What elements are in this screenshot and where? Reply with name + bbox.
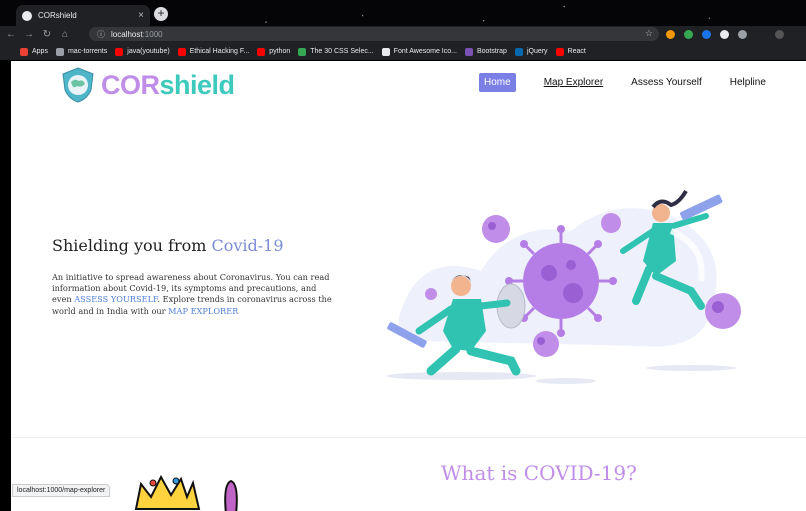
bookmark-item[interactable]: jQuery	[514, 47, 548, 56]
youtube-icon	[177, 47, 186, 56]
bookmark-item[interactable]: Apps	[20, 47, 48, 56]
leaf-icon	[298, 47, 307, 56]
puzzle-icon[interactable]	[738, 30, 747, 39]
nav-home[interactable]: Home	[479, 73, 516, 92]
back-button[interactable]: ←	[4, 29, 18, 40]
close-tab-icon[interactable]: ×	[138, 10, 144, 21]
globe-icon	[22, 10, 32, 21]
bookmark-star-icon[interactable]: ☆	[645, 28, 653, 39]
bookmark-item[interactable]: java(youtube)	[115, 47, 170, 56]
hero-title: Shielding you from Covid-19	[52, 236, 284, 255]
info-icon[interactable]: ⓘ	[97, 29, 105, 40]
nav-assess-yourself[interactable]: Assess Yourself	[631, 77, 702, 88]
extension-icon[interactable]	[684, 30, 693, 39]
url-host: localhost	[111, 29, 143, 39]
reload-button[interactable]: ↻	[40, 29, 54, 40]
bookmark-item[interactable]: Font Awesome Ico...	[381, 47, 457, 56]
page-icon	[55, 47, 64, 56]
virus-cartoon-illustration	[134, 474, 238, 511]
extension-icon[interactable]	[702, 30, 711, 39]
section-divider	[11, 437, 806, 438]
site-logo[interactable]: CORshield	[59, 66, 235, 104]
tab-strip: CORshield × +	[0, 0, 806, 26]
nav-map-explorer[interactable]: Map Explorer	[544, 77, 603, 88]
bookmark-item[interactable]: The 30 CSS Selec...	[298, 47, 374, 56]
bookmark-label: Font Awesome Ico...	[393, 48, 457, 55]
browser-window: CORshield × + ← → ↻ ⌂ ⓘ localhost :1000 …	[0, 0, 806, 511]
extension-icon[interactable]	[666, 30, 675, 39]
logo-text-cor: COR	[101, 69, 160, 100]
hero-description: An initiative to spread awareness about …	[52, 272, 337, 317]
extension-icon[interactable]	[720, 30, 729, 39]
url-port: :1000	[142, 29, 163, 39]
bookmark-label: Bootstrap	[476, 48, 507, 55]
bookmark-item[interactable]: Bootstrap	[464, 47, 507, 56]
home-button[interactable]: ⌂	[58, 29, 72, 40]
hero-illustration	[386, 189, 741, 384]
bookmark-label: python	[269, 48, 291, 55]
address-bar[interactable]: ⓘ localhost :1000 ☆	[89, 27, 659, 41]
bookmark-label: The 30 CSS Selec...	[310, 48, 374, 55]
section-title: What is COVID-19?	[441, 461, 637, 485]
assess-yourself-link[interactable]: ASSESS YOURSELF	[74, 294, 157, 304]
tab-title: CORshield	[38, 11, 77, 20]
bookmark-item[interactable]: React	[555, 47, 586, 56]
map-explorer-link[interactable]: MAP EXPLORER	[168, 306, 238, 316]
youtube-icon	[257, 47, 266, 56]
youtube-icon	[555, 47, 564, 56]
bookmark-item[interactable]: python	[257, 47, 291, 56]
bookmark-item[interactable]: Ethical Hacking F...	[177, 47, 250, 56]
bookmark-label: React	[567, 48, 586, 55]
flag-icon	[381, 47, 390, 56]
forward-button[interactable]: →	[22, 29, 36, 40]
jquery-icon	[514, 47, 523, 56]
bookmarks-bar: Apps mac-torrents java(youtube) Ethical …	[0, 43, 806, 60]
bookmark-label: jQuery	[526, 48, 548, 55]
apps-icon	[20, 47, 28, 56]
bookmark-label: Ethical Hacking F...	[189, 48, 250, 55]
bookmark-label: java(youtube)	[127, 48, 170, 55]
web-page: CORshield Home Map Explorer Assess Yours…	[11, 61, 806, 511]
bookmark-item[interactable]: mac-torrents	[55, 47, 108, 56]
shield-globe-icon	[62, 67, 94, 103]
bootstrap-icon	[464, 47, 473, 56]
bookmark-label: Apps	[32, 48, 48, 55]
youtube-icon	[115, 47, 124, 56]
new-tab-button[interactable]: +	[154, 7, 168, 21]
hero-title-accent: Covid-19	[211, 236, 284, 255]
nav-helpline[interactable]: Helpline	[730, 77, 766, 88]
status-bar-url: localhost:1000/map-explorer	[12, 484, 111, 497]
site-nav: Home Map Explorer Assess Yourself Helpli…	[479, 73, 794, 92]
hero-title-main: Shielding you from	[52, 236, 212, 255]
avatar[interactable]	[775, 30, 784, 39]
bookmark-label: mac-torrents	[67, 48, 108, 55]
logo-text-shield: shield	[159, 69, 236, 100]
browser-tab[interactable]: CORshield ×	[16, 5, 150, 26]
